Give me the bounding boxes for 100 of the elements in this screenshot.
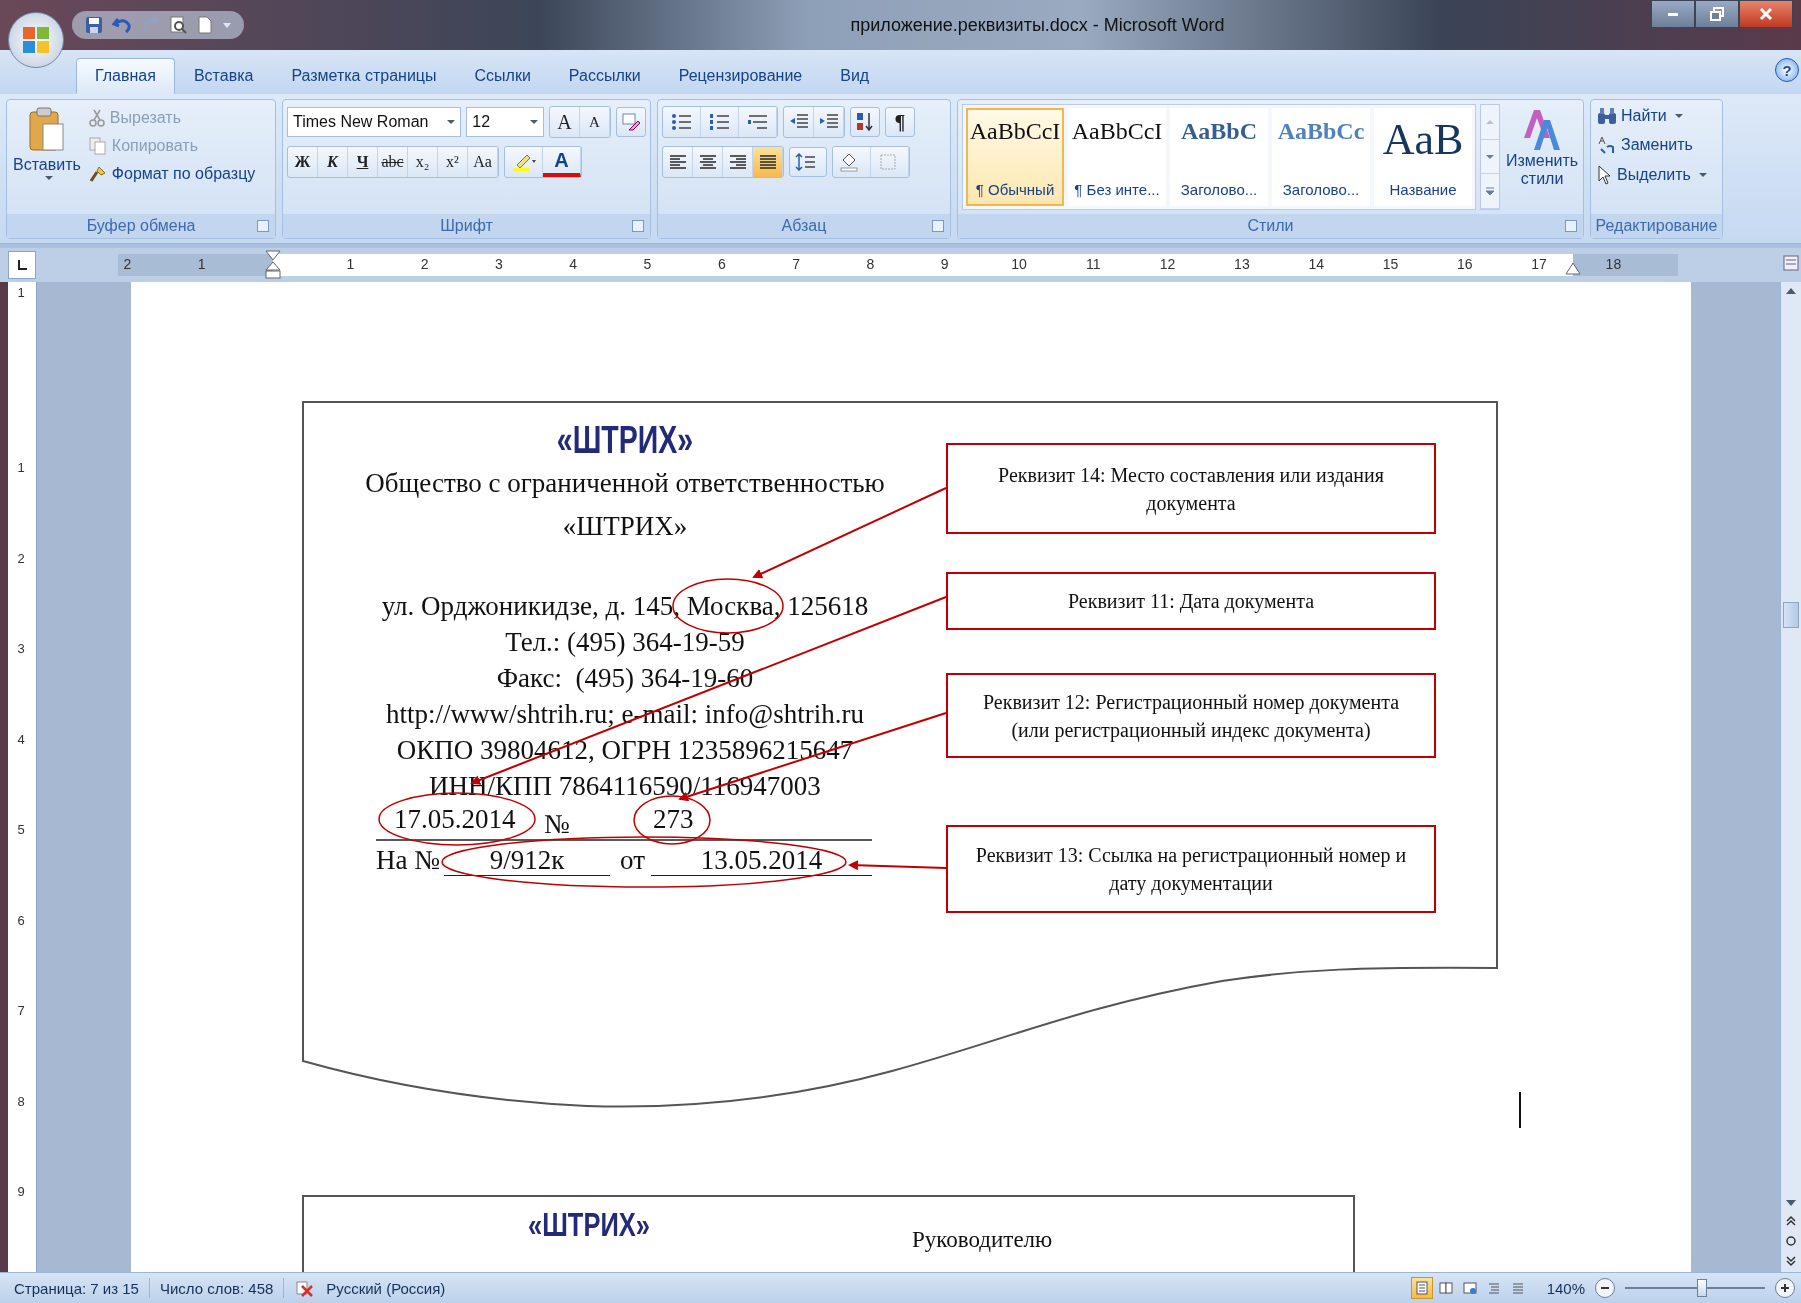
change-styles-button[interactable]: Изменить стили xyxy=(1504,104,1581,210)
ribbon-tab[interactable]: Вставка xyxy=(174,58,273,94)
dialog-launcher-icon[interactable] xyxy=(632,220,644,232)
more-styles-icon[interactable] xyxy=(1481,174,1499,209)
word-count[interactable]: Число слов: 458 xyxy=(159,1279,274,1297)
eraser-icon xyxy=(621,112,641,132)
editing-action[interactable]: Выделить xyxy=(1595,162,1718,188)
dialog-launcher-icon[interactable] xyxy=(1565,220,1577,232)
company-logo: «ШТРИХ» xyxy=(555,418,695,463)
align-lines-icon xyxy=(698,154,717,170)
numbered-list-icon xyxy=(708,113,731,131)
language-indicator[interactable]: Русский (Россия) xyxy=(326,1279,446,1297)
style-tile[interactable]: AaBbCcI ¶ Обычный xyxy=(966,108,1064,206)
italic-button[interactable]: К xyxy=(318,147,348,177)
restore-button[interactable] xyxy=(1695,0,1739,28)
ribbon-tab[interactable]: Рассылки xyxy=(549,58,660,94)
highlighter-icon xyxy=(510,152,537,172)
subscript-button[interactable]: x₂ xyxy=(408,147,438,177)
print-preview-icon[interactable] xyxy=(168,15,188,35)
print-layout-view-icon[interactable] xyxy=(1410,1277,1433,1299)
shrink-font-button[interactable]: A xyxy=(580,107,610,137)
dialog-launcher-icon[interactable] xyxy=(932,220,944,232)
zoom-level[interactable]: 140% xyxy=(1546,1279,1585,1297)
group-label: Абзац xyxy=(781,217,827,235)
scroll-up-icon[interactable] xyxy=(1784,286,1798,296)
strikethrough-button[interactable]: abc xyxy=(378,147,408,177)
sort-button[interactable] xyxy=(850,107,880,137)
ribbon-tab[interactable]: Вид xyxy=(821,58,889,94)
ribbon-tab[interactable]: Главная xyxy=(76,58,175,94)
letterhead-line: «ШТРИХ» xyxy=(562,513,688,539)
bullet-list-icon xyxy=(670,113,693,131)
group-label: Шрифт xyxy=(440,217,493,235)
paste-button[interactable]: Вставить xyxy=(11,104,83,210)
scroll-down-icon[interactable] xyxy=(1784,1198,1798,1208)
ribbon-tab[interactable]: Ссылки xyxy=(455,58,550,94)
ruler-number: 6 xyxy=(16,912,26,928)
right-indent-marker-icon[interactable] xyxy=(1565,262,1581,276)
zoom-in-button[interactable] xyxy=(1775,1278,1795,1298)
bold-button[interactable]: Ж xyxy=(288,147,318,177)
undo-icon[interactable] xyxy=(112,15,134,35)
save-icon[interactable] xyxy=(84,15,104,35)
ruler-number: 8 xyxy=(865,256,876,272)
left-tab-icon xyxy=(16,259,28,271)
cursor-arrow-icon xyxy=(1597,165,1613,185)
ruler-number: 7 xyxy=(16,1003,26,1018)
ruler-number: 6 xyxy=(716,256,727,272)
vertical-scrollbar[interactable] xyxy=(1780,282,1801,1272)
style-tile[interactable]: AaBbCc Заголово... xyxy=(1272,108,1370,206)
clipboard-action[interactable]: Формат по образцу xyxy=(86,162,258,186)
browse-object-icon[interactable] xyxy=(1784,1234,1798,1248)
editing-action[interactable]: Заменить xyxy=(1595,132,1718,158)
ruler-number: 1 xyxy=(196,256,207,272)
binoculars-icon xyxy=(1597,107,1617,125)
page-count[interactable]: Страница: 7 из 15 xyxy=(14,1279,139,1297)
registration-number: 273 xyxy=(653,804,694,834)
ruler-number: 1 xyxy=(345,256,356,272)
ribbon-tab[interactable]: Разметка страницы xyxy=(272,58,456,94)
ruler-number: 13 xyxy=(1233,256,1251,272)
sort-icon xyxy=(855,111,875,133)
style-tile[interactable]: AaBbCcI ¶ Без инте... xyxy=(1068,108,1166,206)
ruler-number: 15 xyxy=(1381,256,1400,272)
next-page-icon[interactable] xyxy=(1784,1254,1798,1268)
indent-marker-icon[interactable] xyxy=(265,250,281,280)
clear-formatting-button[interactable] xyxy=(616,107,646,137)
close-button[interactable] xyxy=(1739,0,1793,28)
line-spacing-button[interactable] xyxy=(789,147,827,177)
ruler-number: 4 xyxy=(16,731,26,747)
change-case-button[interactable]: Aa xyxy=(468,147,498,177)
font-family-field[interactable]: Times New Roman xyxy=(287,107,462,137)
superscript-button[interactable]: x² xyxy=(438,147,468,177)
scrollbar-thumb[interactable] xyxy=(1783,602,1799,628)
underline-button[interactable]: Ч xyxy=(348,147,378,177)
caret-icon xyxy=(1674,114,1683,118)
zoom-slider-thumb[interactable] xyxy=(1697,1279,1707,1297)
copy-icon xyxy=(88,137,107,155)
zoom-out-button[interactable] xyxy=(1595,1278,1615,1298)
reference-from-label: от xyxy=(620,845,645,875)
style-tile[interactable]: AaB Название xyxy=(1374,108,1472,206)
editing-action[interactable]: Найти xyxy=(1595,104,1718,128)
font-color-button[interactable]: A xyxy=(543,147,581,177)
ruler-number: 10 xyxy=(1010,256,1028,272)
previous-page-icon[interactable] xyxy=(1784,1214,1798,1228)
tab-selector-button[interactable] xyxy=(8,251,36,279)
minimize-button[interactable] xyxy=(1651,0,1695,28)
font-size-field[interactable]: 12 xyxy=(466,107,544,137)
ribbon-tab[interactable]: Рецензирование xyxy=(659,58,822,94)
new-document-icon[interactable] xyxy=(196,15,214,35)
align-lines-icon xyxy=(668,154,687,170)
dialog-launcher-icon[interactable] xyxy=(257,220,269,232)
office-button[interactable] xyxy=(8,12,64,68)
grow-font-button[interactable]: A xyxy=(550,107,580,137)
plus-icon xyxy=(1780,1283,1790,1293)
group-label: Стили xyxy=(1247,217,1294,235)
help-button[interactable]: ? xyxy=(1775,58,1799,82)
caret-icon xyxy=(1698,173,1707,177)
show-formatting-button[interactable]: ¶ xyxy=(885,107,915,137)
callout-text: Реквизит 14: Место составления или издания документа xyxy=(997,462,1385,517)
ruler-number: 2 xyxy=(16,550,26,566)
style-tile[interactable]: AaBbC Заголово... xyxy=(1170,108,1268,206)
align-button[interactable] xyxy=(753,147,783,177)
